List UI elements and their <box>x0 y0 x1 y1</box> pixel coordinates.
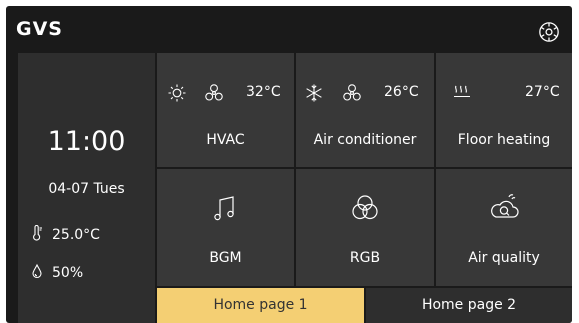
tile-label: Floor heating <box>457 132 551 148</box>
clock-time: 11:00 <box>47 126 126 157</box>
clock-panel: 11:00 04-07 Tues 25.0°C 50% <box>18 53 155 323</box>
hvac-temperature: 32°C <box>246 84 281 100</box>
tile-floor-heating[interactable]: 27°C Floor heating <box>436 53 572 167</box>
air-conditioner-temperature: 26°C <box>384 84 419 100</box>
humidity-readout: 50% <box>30 263 83 283</box>
floor-heating-status: 27°C <box>436 83 572 103</box>
settings-gear-icon[interactable] <box>538 21 560 43</box>
heat-waves-icon <box>452 83 472 103</box>
snowflake-icon <box>304 83 324 103</box>
control-panel-screen: GVS 11:00 04-07 Tues 25.0°C 50% 32°C HVA… <box>6 6 572 323</box>
tile-air-quality[interactable]: Air quality <box>436 169 572 286</box>
temperature-value: 25.0°C <box>52 227 100 243</box>
tab-home-page-2[interactable]: Home page 2 <box>366 288 572 323</box>
tile-rgb[interactable]: RGB <box>296 169 434 286</box>
humidity-value: 50% <box>52 265 84 281</box>
fan-icon <box>204 83 224 103</box>
cloud-search-icon <box>487 191 521 225</box>
tab-home-page-1[interactable]: Home page 1 <box>157 288 364 323</box>
temperature-readout: 25.0°C <box>30 224 100 245</box>
floor-heating-temperature: 27°C <box>525 84 560 100</box>
tile-label: Air quality <box>468 250 540 266</box>
tile-air-conditioner[interactable]: 26°C Air conditioner <box>296 53 434 167</box>
tile-hvac[interactable]: 32°C HVAC <box>157 53 294 167</box>
hvac-status: 32°C <box>157 83 294 103</box>
tile-label: RGB <box>349 250 381 266</box>
top-bar: GVS <box>6 6 572 53</box>
water-drop-icon <box>30 263 52 283</box>
page-tabs: Home page 1 Home page 2 <box>157 288 572 323</box>
thermometer-icon <box>30 224 52 245</box>
tile-label: Air conditioner <box>313 132 417 148</box>
brand-logo: GVS <box>16 18 63 40</box>
air-conditioner-status: 26°C <box>296 83 434 103</box>
clock-date: 04-07 Tues <box>48 181 125 197</box>
rgb-circles-icon <box>348 191 382 225</box>
tile-bgm[interactable]: BGM <box>157 169 294 286</box>
tile-label: HVAC <box>206 132 245 148</box>
music-note-icon <box>209 191 243 225</box>
fan-icon <box>342 83 362 103</box>
tile-label: BGM <box>209 250 242 266</box>
sun-icon <box>167 83 187 103</box>
